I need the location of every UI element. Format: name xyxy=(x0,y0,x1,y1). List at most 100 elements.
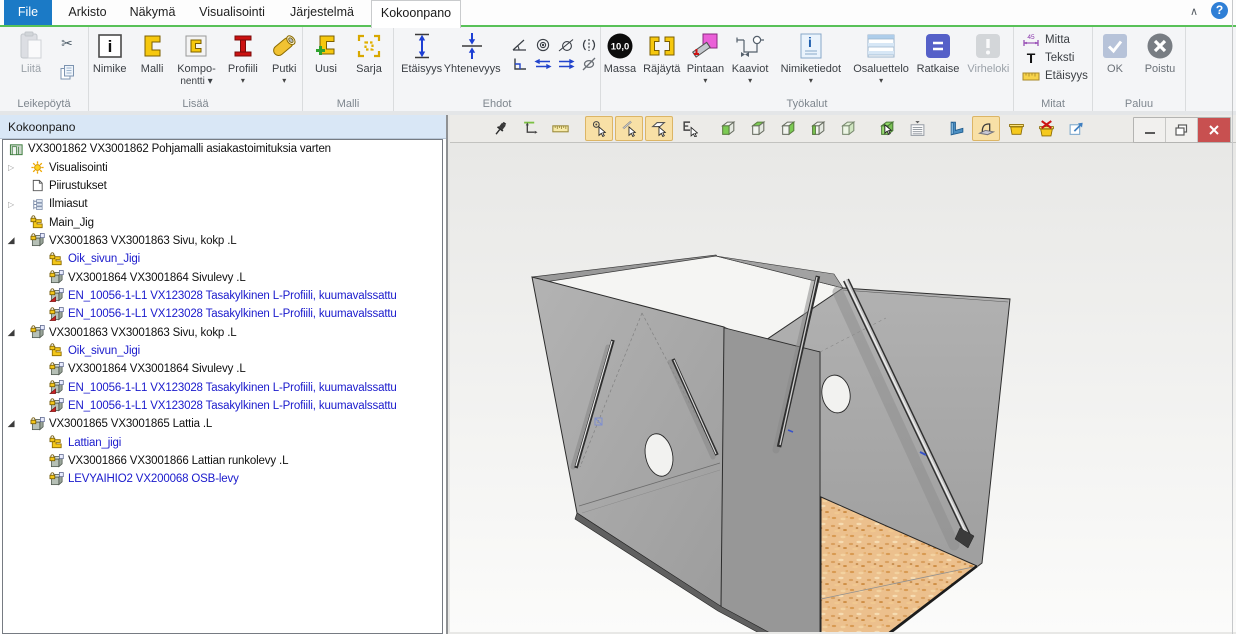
assembly-tree[interactable]: VX3001862 VX3001862 Pohjamalli asiakasto… xyxy=(2,139,443,634)
collapse-ribbon-icon[interactable]: ∧ xyxy=(1186,4,1202,20)
view-left[interactable] xyxy=(804,116,832,141)
rajayta-button[interactable]: Räjäytä xyxy=(641,29,683,76)
tab-visualisointi[interactable]: Visualisointi xyxy=(196,0,268,25)
restore-button[interactable] xyxy=(1166,118,1198,142)
minimize-button[interactable] xyxy=(1134,118,1166,142)
export-icon xyxy=(1068,120,1085,137)
tangent-condition-icon[interactable] xyxy=(555,37,577,53)
tree-item[interactable]: VX3001864 VX3001864 Sivulevy .L xyxy=(3,360,442,378)
pan-view-tool[interactable] xyxy=(516,116,544,141)
osaluettelo-button[interactable]: Osaluettelo ▾ xyxy=(850,29,913,85)
mitta-icon: 45 xyxy=(1022,33,1040,47)
model-canvas[interactable] xyxy=(450,143,1236,632)
close-button[interactable] xyxy=(1198,118,1230,142)
tree-item[interactable]: EN_10056-1-L1 VX123028 Tasakylkinen L-Pr… xyxy=(3,378,442,396)
tree-item[interactable]: Lattian_jigi xyxy=(3,434,442,452)
tree-item[interactable]: ▷Visualisointi xyxy=(3,158,442,176)
etaisyys-button[interactable]: Etäisyys xyxy=(400,29,443,76)
tree-item[interactable]: VX3001862 VX3001862 Pohjamalli asiakasto… xyxy=(3,140,442,158)
equal-distance-condition-icon[interactable] xyxy=(532,56,554,72)
measure-tool[interactable] xyxy=(546,116,574,141)
view-top[interactable] xyxy=(744,116,772,141)
profiili-button[interactable]: Profiili ▾ xyxy=(223,29,262,85)
tree-item[interactable]: EN_10056-1-L1 VX123028 Tasakylkinen L-Pr… xyxy=(3,305,442,323)
profile-display-tool[interactable] xyxy=(942,116,970,141)
section-plane-tool[interactable] xyxy=(972,116,1000,141)
uusi-button[interactable]: Uusi xyxy=(308,29,344,76)
paste-icon xyxy=(16,29,46,63)
tab-file[interactable]: File xyxy=(4,0,52,25)
kaaviot-button[interactable]: Kaaviot ▾ xyxy=(728,29,772,85)
tree-item[interactable]: VX3001866 VX3001866 Lattian runkolevy .L xyxy=(3,452,442,470)
nimiketiedot-button[interactable]: i Nimiketiedot ▾ xyxy=(774,29,848,85)
sarja-button[interactable]: Sarja xyxy=(350,29,388,76)
snap-line-tool[interactable] xyxy=(615,116,643,141)
tree-item[interactable]: Main_Jig xyxy=(3,213,442,231)
select-profile-tool[interactable] xyxy=(675,116,703,141)
snap-point-tool[interactable] xyxy=(585,116,613,141)
ribbon-group-malli: Uusi Sarja Malli xyxy=(303,27,394,111)
snap-face-icon xyxy=(651,120,668,137)
concentric-condition-icon[interactable] xyxy=(532,37,554,53)
putki-button[interactable]: Putki ▾ xyxy=(267,29,302,85)
symmetry-condition-icon[interactable] xyxy=(578,37,600,53)
representation-list-tool[interactable] xyxy=(903,116,931,141)
tree-expander-icon[interactable]: ◢ xyxy=(5,236,17,246)
view-front[interactable] xyxy=(714,116,742,141)
nimike-button[interactable]: i Nimike xyxy=(89,29,130,76)
ratkaise-button[interactable]: Ratkaise xyxy=(914,29,961,76)
tree-item[interactable]: ▷Ilmiasut xyxy=(3,195,442,213)
tree-expander-icon[interactable]: ◢ xyxy=(5,328,17,338)
yhtenevyys-button[interactable]: Yhtenevyys xyxy=(443,29,501,76)
help-icon[interactable]: ? xyxy=(1211,2,1228,19)
tree-expander-icon[interactable]: ◢ xyxy=(5,419,17,429)
snap-face-tool[interactable] xyxy=(645,116,673,141)
tree-item[interactable]: Oik_sivun_Jigi xyxy=(3,250,442,268)
tab-kokoonpano[interactable]: Kokoonpano xyxy=(371,0,461,28)
mitta-button[interactable]: 45 Mitta xyxy=(1014,31,1092,49)
tree-item[interactable]: ◢VX3001863 VX3001863 Sivu, kokp .L xyxy=(3,232,442,250)
ok-button[interactable]: OK xyxy=(1098,29,1132,76)
angle-condition-icon[interactable] xyxy=(509,37,531,53)
pin-tool[interactable] xyxy=(486,116,514,141)
profiili-dropdown-icon: ▾ xyxy=(241,76,245,85)
middle-partition-panel[interactable] xyxy=(721,327,820,632)
tree-expander-icon[interactable]: ▷ xyxy=(5,200,17,209)
tree-item[interactable]: EN_10056-1-L1 VX123028 Tasakylkinen L-Pr… xyxy=(3,287,442,305)
select-visible-tool[interactable] xyxy=(873,116,901,141)
tree-item[interactable]: Oik_sivun_Jigi xyxy=(3,342,442,360)
teksti-label: Teksti xyxy=(1045,52,1074,65)
poistu-button[interactable]: Poistu xyxy=(1140,29,1180,76)
3d-model[interactable] xyxy=(450,143,1236,632)
tree-icon-jig xyxy=(49,343,64,358)
perpendicular-condition-icon[interactable] xyxy=(509,56,531,72)
tab-jarjestelma[interactable]: Järjestelmä xyxy=(286,0,358,25)
pintaan-button[interactable]: Pintaan ▾ xyxy=(685,29,727,85)
suppress-condition-icon[interactable] xyxy=(578,56,600,72)
malli-button[interactable]: Malli xyxy=(134,29,169,76)
tab-nakyma[interactable]: Näkymä xyxy=(124,0,181,25)
basket-tool[interactable] xyxy=(1002,116,1030,141)
komponentti-button[interactable]: Kompo- nentti ▾ xyxy=(174,29,219,87)
export-view-tool[interactable] xyxy=(1062,116,1090,141)
parallel-condition-icon[interactable] xyxy=(555,56,577,72)
tab-arkisto[interactable]: Arkisto xyxy=(60,0,115,25)
viewport-toolbar xyxy=(450,115,1236,143)
view-right[interactable] xyxy=(774,116,802,141)
tree-item[interactable]: ◢VX3001865 VX3001865 Lattia .L xyxy=(3,415,442,433)
massa-button[interactable]: 10,0 Massa xyxy=(601,29,639,76)
clear-basket-tool[interactable] xyxy=(1032,116,1060,141)
view-isometric[interactable] xyxy=(834,116,862,141)
copy-button[interactable] xyxy=(56,61,78,83)
tree-item[interactable]: LEVYAIHIO2 VX200068 OSB-levy xyxy=(3,470,442,488)
cut-button[interactable]: ✂ xyxy=(56,33,78,55)
teksti-button[interactable]: T Teksti xyxy=(1014,49,1092,67)
tree-item[interactable]: Piirustukset xyxy=(3,177,442,195)
paste-button[interactable]: Liitä xyxy=(10,29,52,76)
tree-item[interactable]: EN_10056-1-L1 VX123028 Tasakylkinen L-Pr… xyxy=(3,397,442,415)
virheloki-button[interactable]: Virheloki xyxy=(964,29,1013,76)
etaisyys-mitat-button[interactable]: Etäisyys xyxy=(1014,67,1092,85)
tree-item[interactable]: VX3001864 VX3001864 Sivulevy .L xyxy=(3,268,442,286)
tree-expander-icon[interactable]: ▷ xyxy=(5,163,17,172)
tree-item[interactable]: ◢VX3001863 VX3001863 Sivu, kokp .L xyxy=(3,323,442,341)
